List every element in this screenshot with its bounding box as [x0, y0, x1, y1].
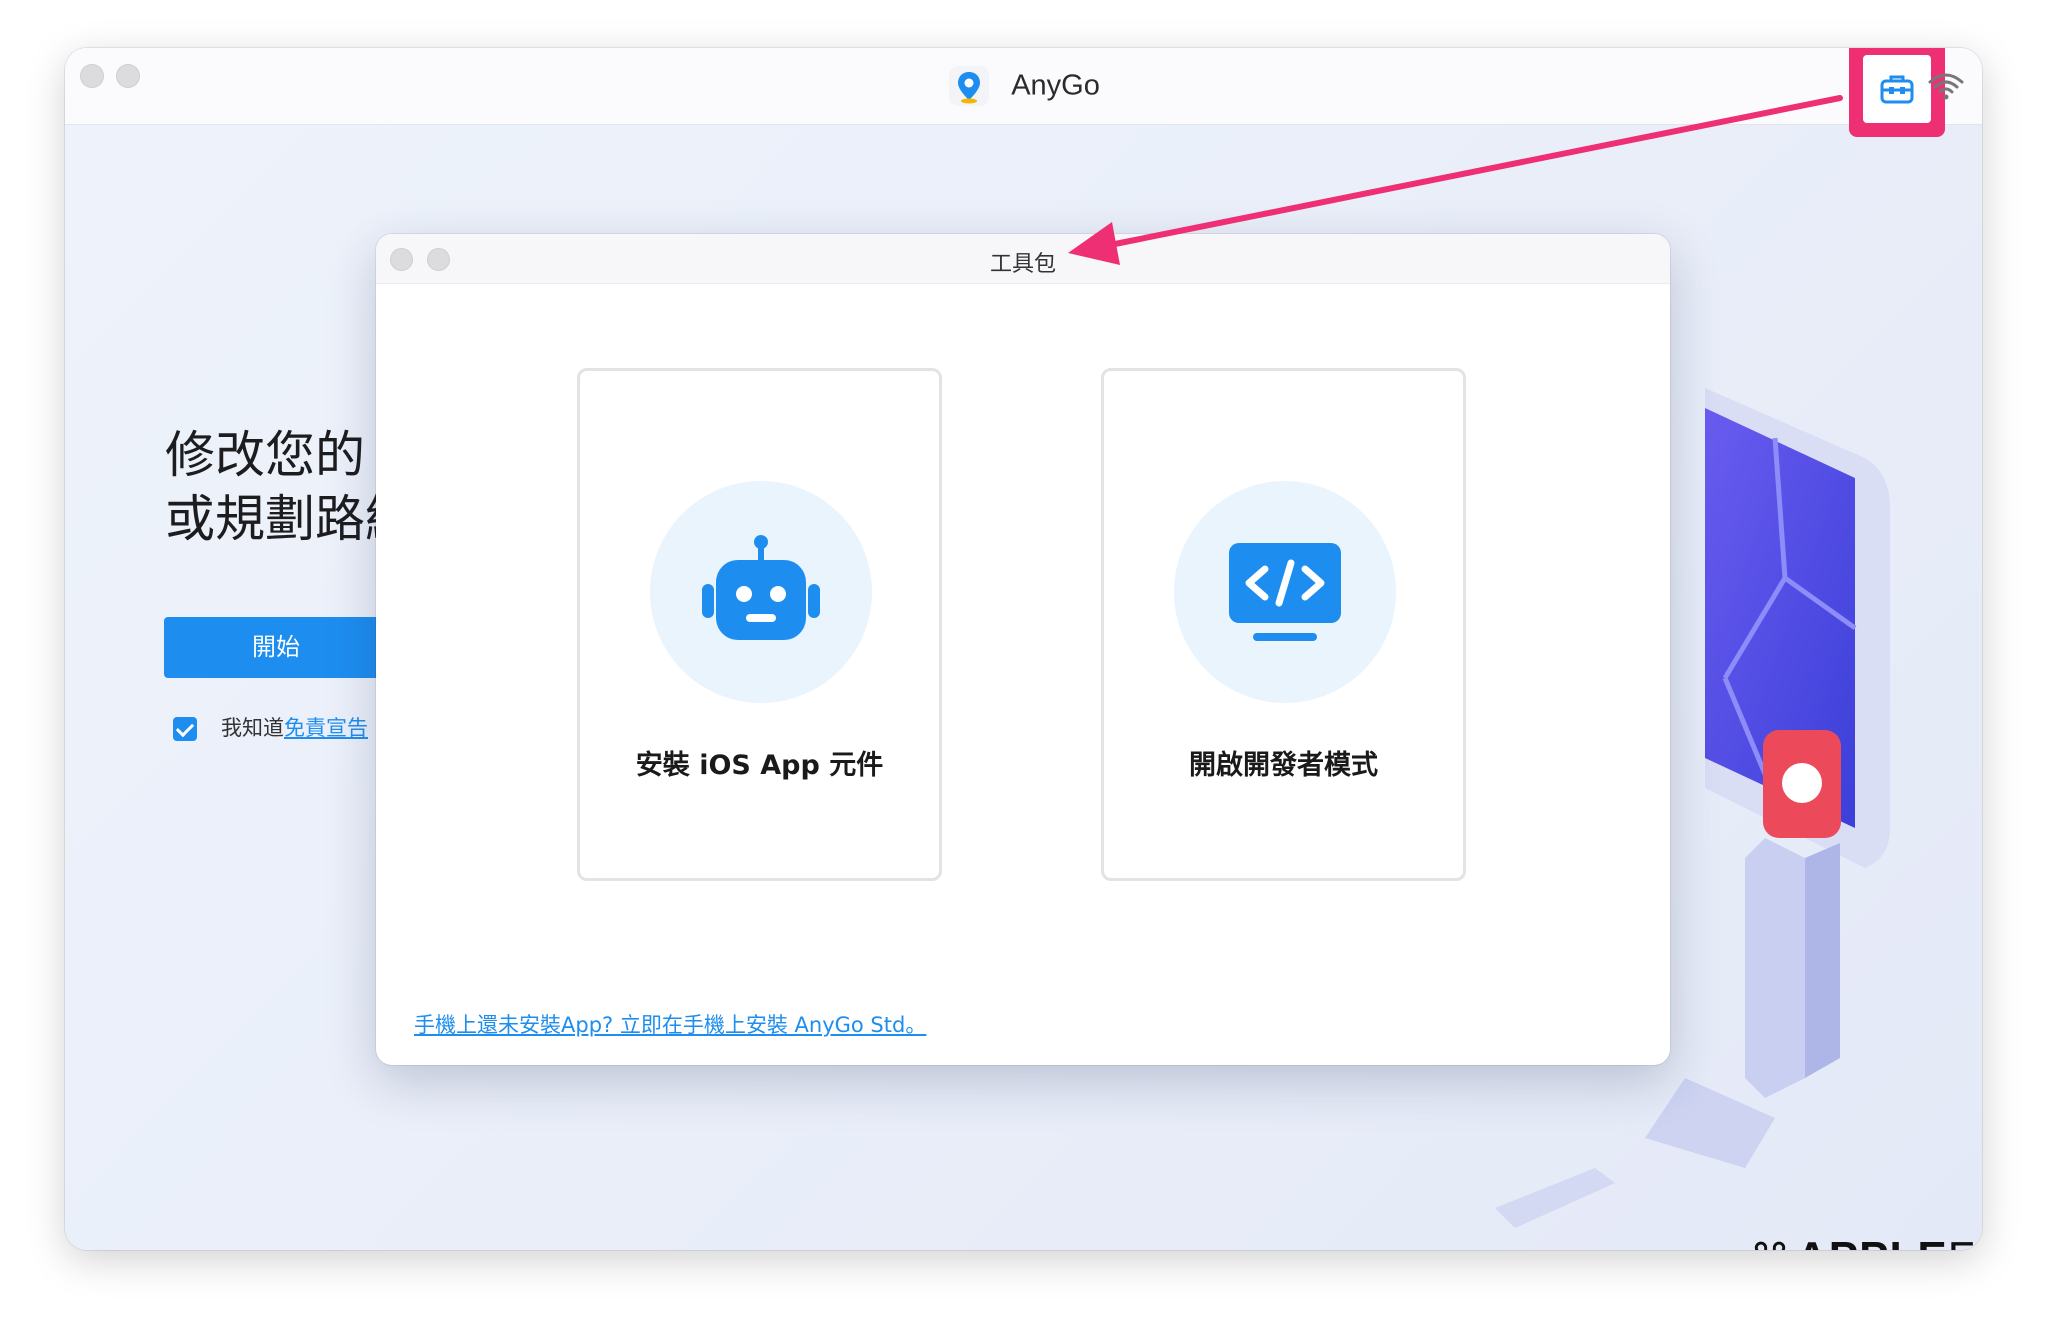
card-label: 安裝 iOS App 元件 — [635, 750, 884, 781]
card-label: 開啟開發者模式 — [1189, 750, 1378, 781]
dialog-title: 工具包 — [989, 252, 1056, 277]
command-logo-icon: ⌘ — [1750, 1237, 1790, 1250]
anygo-logo-icon — [949, 66, 990, 106]
install-ios-component-card[interactable]: 安裝 iOS App 元件 — [577, 368, 942, 881]
app-name: AnyGo — [1011, 69, 1100, 102]
toolbox-icon — [1880, 75, 1914, 104]
developer-code-icon — [1229, 543, 1341, 641]
toolbox-icon-wrap — [1863, 55, 1931, 123]
disclaimer-prefix: 我知道 — [221, 716, 284, 740]
toolbox-dialog: 工具包 安裝 iOS App 元件 開啟開發者模式 手機上還未安裝App? 立即… — [376, 234, 1670, 1065]
developer-mode-card[interactable]: 開啟開發者模式 — [1101, 368, 1466, 881]
wifi-icon[interactable] — [1927, 72, 1965, 102]
card-icon-circle — [650, 481, 872, 703]
applefans-watermark: ⌘ APPLEFANS — [1750, 1233, 1982, 1250]
watermark-apple: APPLE — [1796, 1233, 1948, 1250]
dialog-titlebar: 工具包 — [376, 234, 1670, 284]
disclaimer-link[interactable]: 免責宣告 — [284, 716, 368, 740]
install-anygo-std-link[interactable]: 手機上還未安裝App? 立即在手機上安裝 AnyGo Std。 — [414, 1009, 926, 1039]
card-icon-circle — [1174, 481, 1396, 703]
titlebar: AnyGo — [65, 48, 1982, 137]
disclaimer-checkbox[interactable] — [173, 717, 197, 741]
disclaimer-row: 我知道免責宣告 — [173, 712, 368, 742]
watermark-fans: FANS — [1948, 1233, 1982, 1250]
robot-icon — [702, 535, 820, 640]
app-title: AnyGo — [65, 64, 1982, 108]
